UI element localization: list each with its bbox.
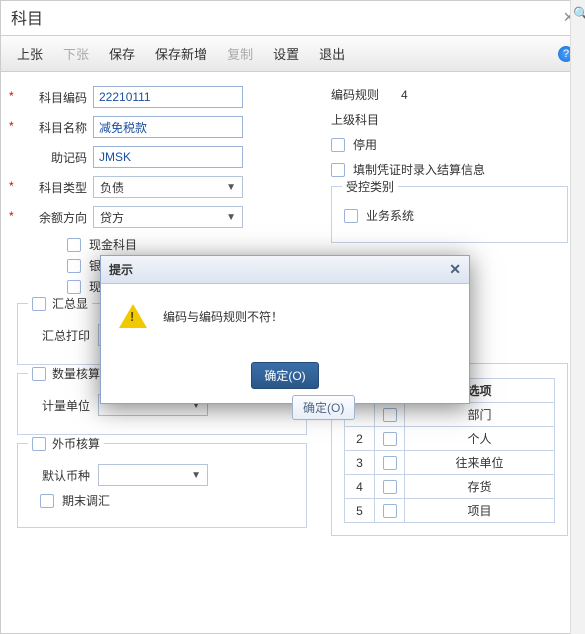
modal-ok-button[interactable]: 确定(O) bbox=[251, 362, 318, 389]
modal-title: 提示 bbox=[109, 261, 133, 278]
modal-close-icon[interactable]: ✕ bbox=[449, 261, 461, 278]
ghost-ok-button[interactable]: 确定(O) bbox=[292, 395, 355, 420]
modal-message: 编码与编码规则不符！ bbox=[163, 308, 283, 325]
warning-icon bbox=[119, 304, 147, 328]
alert-modal: 提示 ✕ 编码与编码规则不符！ 确定(O) bbox=[100, 255, 470, 404]
modal-title-bar: 提示 ✕ bbox=[101, 256, 469, 284]
